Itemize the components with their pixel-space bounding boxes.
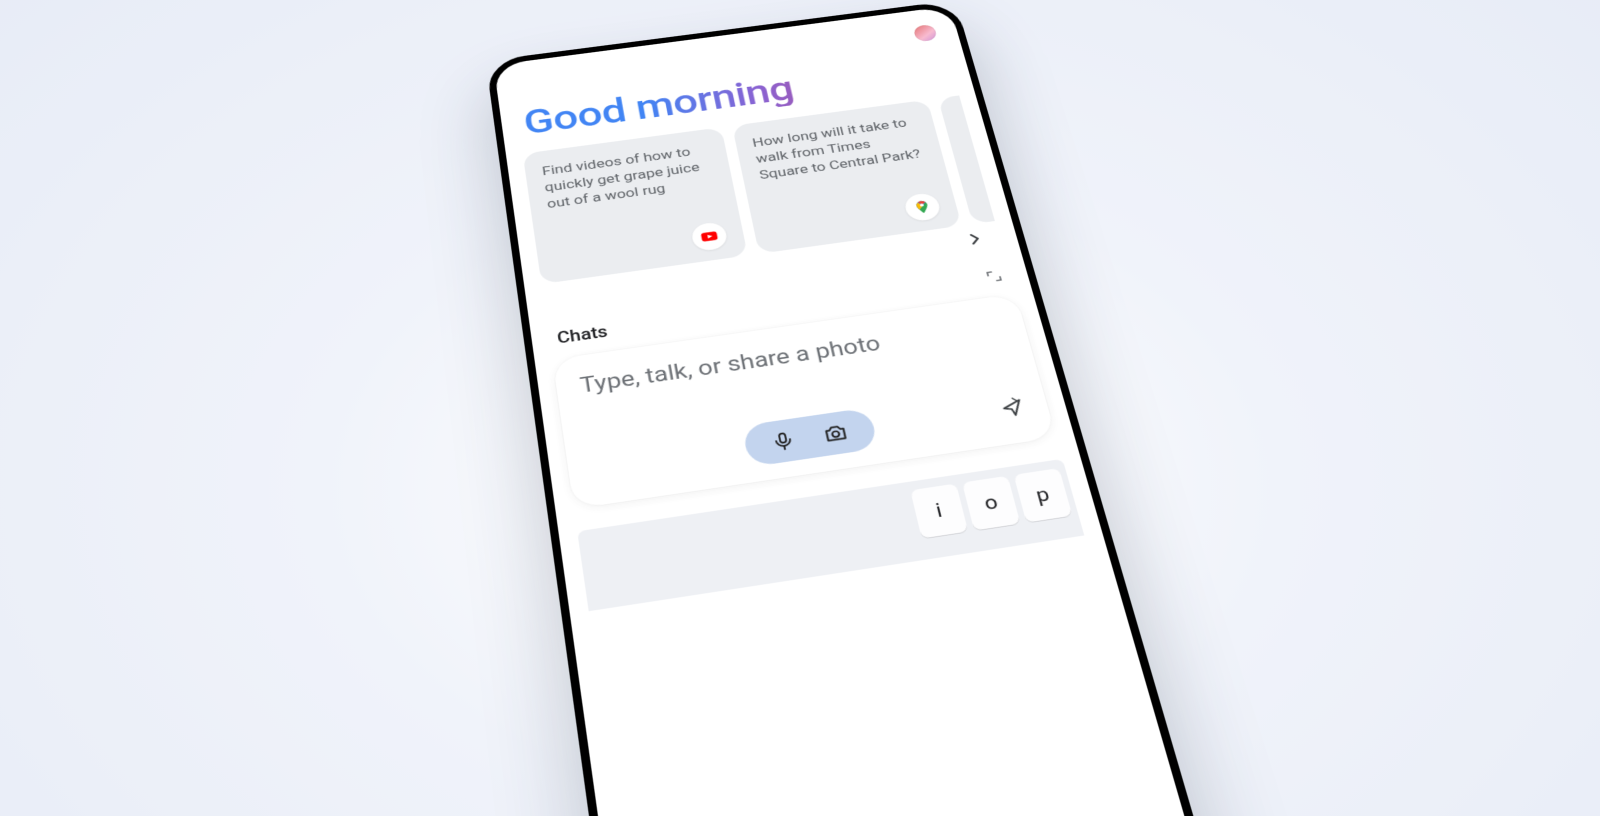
camera-icon[interactable]: [821, 421, 851, 446]
avatar[interactable]: [913, 24, 938, 42]
screen: Good morning Find videos of how to quick…: [493, 6, 1204, 816]
maps-icon: [903, 192, 943, 222]
chevron-right-icon[interactable]: [962, 229, 989, 250]
key[interactable]: p: [1014, 468, 1073, 523]
phone-frame: Good morning Find videos of how to quick…: [486, 0, 1216, 816]
send-icon[interactable]: [997, 395, 1028, 420]
key[interactable]: o: [962, 476, 1020, 531]
expand-icon[interactable]: [984, 269, 1005, 285]
key[interactable]: i: [910, 484, 968, 539]
section-label: Chats: [556, 322, 609, 348]
suggestion-text: How long will it take to walk from Times…: [751, 114, 927, 184]
suggestion-text: Find videos of how to quickly get grape …: [541, 142, 717, 213]
input-mode-pill: [742, 408, 879, 468]
youtube-icon: [690, 221, 729, 252]
microphone-icon[interactable]: [769, 430, 797, 453]
